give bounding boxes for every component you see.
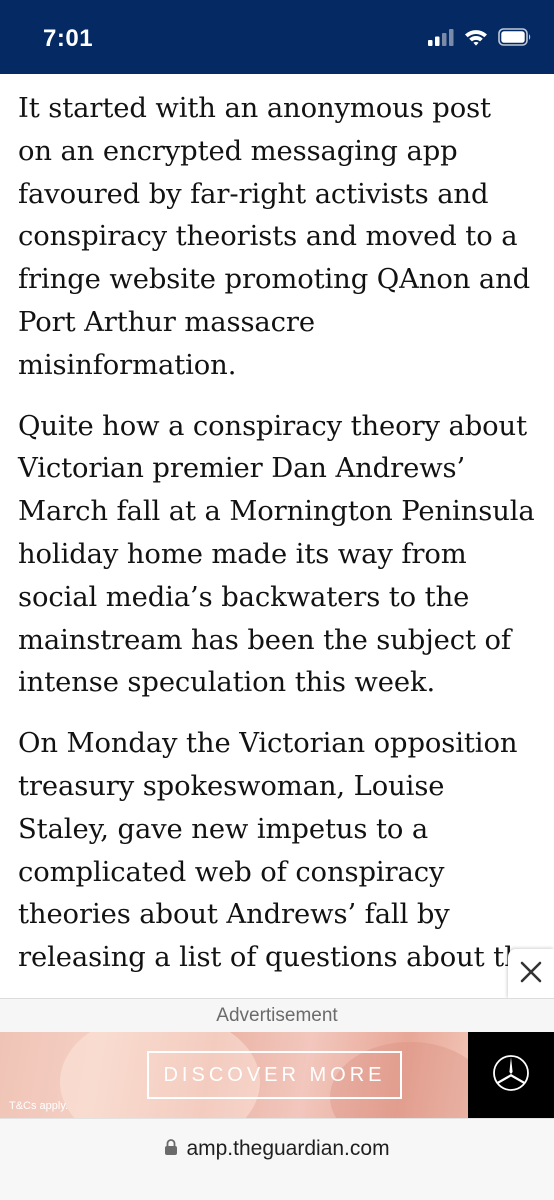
close-ad-button[interactable] [508,949,554,999]
url-text[interactable]: amp.theguardian.com [186,1137,389,1161]
article-paragraph: It started with an anonymous post on an … [18,88,548,388]
text-line: holiday home made its way from [18,538,467,570]
text-line: Quite how a conspiracy theory about [18,410,527,442]
brand-logo-box[interactable] [468,1032,554,1118]
text-line: It started with an anonymous post [18,93,491,124]
text-line: conspiracy theorists and moved to a [18,221,518,253]
lock-icon [164,1138,178,1161]
text-line: Staley, gave new impetus to a [18,813,429,845]
text-line: Port Arthur massacre [18,306,315,338]
text-line: misinformation. [18,349,237,381]
status-bar: 7:01 [0,0,554,74]
url-display[interactable]: amp.theguardian.com [0,1137,554,1161]
text-line: mainstream has been the subject of [18,624,511,656]
text-line: releasing a list of questions about th [18,942,522,974]
article-body: It started with an anonymous post on an … [18,88,548,998]
status-time: 7:01 [43,25,94,52]
text-line: intense speculation this week. [18,667,436,699]
discover-more-button[interactable]: DISCOVER MORE [147,1051,402,1099]
browser-url-bar[interactable]: amp.theguardian.com [0,1118,554,1200]
text-line: On Monday the Victorian opposition [18,728,518,760]
text-line: complicated web of conspiracy [18,856,445,888]
text-line: treasury spokeswoman, Louise [18,770,445,802]
wifi-icon [464,28,488,51]
ad-banner[interactable]: DISCOVER MORE T&Cs apply. [0,1032,554,1118]
text-line: on an encrypted messaging app [18,135,458,167]
advertisement-label-strip: Advertisement [0,998,554,1033]
text-line: social media’s backwaters to the [18,581,470,613]
article-paragraph: On Monday the Victorian opposition treas… [18,723,548,980]
close-icon[interactable] [520,961,542,988]
text-line: March fall at a Mornington Peninsula [18,496,535,528]
mercedes-star-icon [491,1053,531,1098]
ad-terms: T&Cs apply. [9,1100,69,1112]
text-line: fringe website promoting QAnon and [18,264,531,296]
advertisement-label: Advertisement [216,1005,338,1026]
text-line: Victorian premier Dan Andrews’ [18,453,466,485]
text-line: theories about Andrews’ fall by [18,899,450,931]
status-icons [428,28,532,51]
battery-icon [498,28,532,51]
signal-icon [428,28,454,51]
text-line: favoured by far-right activists and [18,178,489,210]
article-paragraph: Quite how a conspiracy theory about Vict… [18,406,548,706]
